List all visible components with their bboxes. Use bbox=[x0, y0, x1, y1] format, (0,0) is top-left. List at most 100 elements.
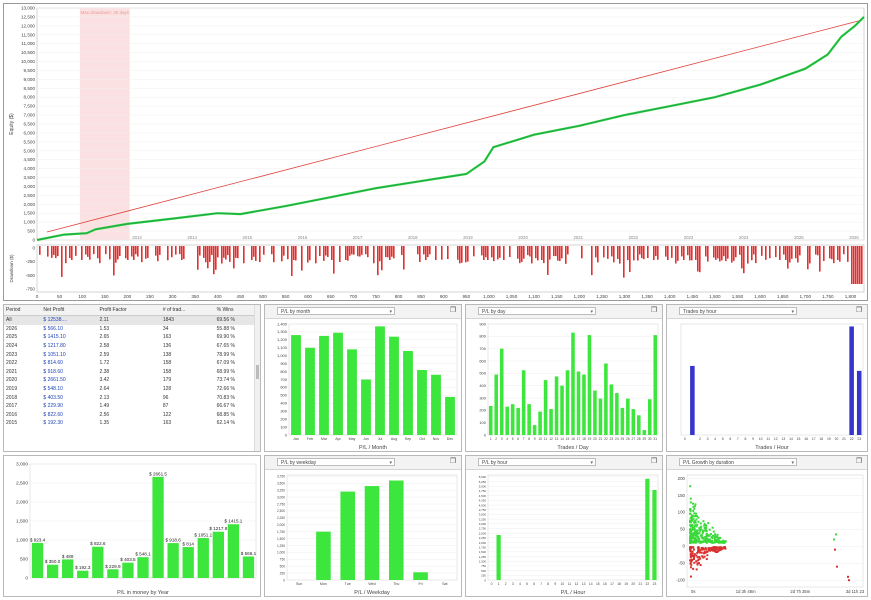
drawdown-bar bbox=[591, 246, 593, 276]
x-tick-label: 4 bbox=[714, 437, 716, 441]
maximize-icon[interactable]: ❐ bbox=[650, 307, 658, 315]
x-tick-label: 12 bbox=[774, 437, 778, 441]
panel-pl-by-month: P/L by month ▾ ❐ 0 100 200 300 400 500 600 700 80… bbox=[264, 304, 462, 452]
loss-point bbox=[711, 549, 714, 552]
x-tick-label: 19 bbox=[588, 437, 592, 441]
table-cell: 2.64 bbox=[99, 386, 110, 393]
x-tick-label: 1 bbox=[490, 437, 492, 441]
table-row[interactable]: All $ 12538.... 2.11 1843 69.56 % bbox=[4, 315, 260, 325]
x-axis-label: Trades / Day bbox=[557, 445, 589, 451]
x-tick-label: 1,050 bbox=[506, 294, 518, 299]
table-scrollbar[interactable] bbox=[254, 305, 260, 451]
y-tick-label: 0 bbox=[484, 578, 486, 582]
x-tick-label: 0 bbox=[36, 294, 39, 299]
chart-type-select[interactable]: P/L by weekday ▾ bbox=[277, 458, 395, 466]
x-tick-label: 2 bbox=[699, 437, 701, 441]
table-row[interactable]: 2016 $ 822.60 2.56 122 68.85 % bbox=[4, 411, 260, 420]
pl-duration-chart: 200 150 100 50 0 -50 -100 0s 1d 3h 48m 2d 7h 35m 3… bbox=[676, 474, 865, 594]
win-point bbox=[692, 509, 695, 512]
drawdown-bar bbox=[617, 246, 619, 260]
y-tick-label: 3,500 bbox=[24, 175, 36, 180]
bar bbox=[167, 543, 179, 578]
drawdown-bar bbox=[739, 246, 741, 255]
loss-point bbox=[710, 547, 713, 550]
drawdown-bar bbox=[75, 246, 77, 256]
bar bbox=[856, 370, 862, 435]
drawdown-bar bbox=[119, 246, 121, 256]
x-tick-label: 23 bbox=[653, 582, 657, 586]
x-tick-label: 850 bbox=[417, 294, 425, 299]
win-point bbox=[693, 533, 696, 536]
drawdown-bar bbox=[141, 246, 143, 263]
table-row[interactable]: 2018 $ 403.50 2.13 96 70.83 % bbox=[4, 393, 260, 402]
win-point bbox=[711, 534, 714, 537]
chart-type-select[interactable]: P/L by day ▾ bbox=[478, 307, 596, 315]
drawdown-bar bbox=[117, 246, 119, 260]
drawdown-bar bbox=[55, 246, 57, 259]
table-scroll-thumb[interactable] bbox=[256, 365, 259, 379]
x-tick-label: 1,000 bbox=[483, 294, 495, 299]
y-tick-label: 100 bbox=[280, 424, 287, 429]
drawdown-bar bbox=[543, 246, 545, 264]
table-row[interactable]: 2021 $ 918.60 2.38 158 68.99 % bbox=[4, 368, 260, 377]
drawdown-bar bbox=[85, 246, 87, 255]
year-label: 2019 bbox=[463, 235, 473, 240]
x-tick-label: 30 bbox=[648, 437, 652, 441]
table-row[interactable]: 2026 $ 566.10 1.53 34 55.88 % bbox=[4, 325, 260, 334]
column-header[interactable]: Period bbox=[4, 305, 42, 316]
drawdown-bar bbox=[765, 246, 767, 260]
drawdown-bar bbox=[721, 246, 723, 261]
loss-point bbox=[699, 564, 702, 567]
drawdown-bar bbox=[553, 246, 555, 257]
table-cell: 2.58 bbox=[99, 343, 110, 350]
loss-point bbox=[693, 561, 696, 564]
y-tick-label: 700 bbox=[479, 346, 486, 351]
table-row[interactable]: 2024 $ 1217.80 2.58 136 67.65 % bbox=[4, 342, 260, 351]
win-point bbox=[723, 541, 726, 544]
x-axis-label: P/L / Month bbox=[359, 445, 387, 451]
x-tick-label: 2d 7h 35m bbox=[790, 589, 810, 594]
x-tick-label: Apr bbox=[335, 437, 341, 441]
x-tick-label: 11 bbox=[568, 582, 572, 586]
table-row[interactable]: 2017 $ 229.90 1.49 87 66.67 % bbox=[4, 402, 260, 411]
x-tick-label: 15 bbox=[566, 437, 570, 441]
x-tick-label: Mon bbox=[320, 582, 327, 586]
column-header[interactable]: Profit Factor bbox=[97, 305, 161, 316]
maximize-icon[interactable]: ❐ bbox=[650, 458, 658, 466]
x-tick-label: 900 bbox=[440, 294, 448, 299]
table-cell: 2023 bbox=[6, 351, 18, 358]
chart-type-select[interactable]: P/L by month ▾ bbox=[277, 307, 395, 315]
table-row[interactable]: 2015 $ 192.30 1.35 163 62.14 % bbox=[4, 419, 260, 428]
win-point bbox=[689, 533, 692, 536]
maximize-icon[interactable]: ❐ bbox=[449, 458, 457, 466]
drawdown-bar bbox=[125, 246, 127, 259]
table-row[interactable]: 2019 $ 548.10 2.64 128 72.66 % bbox=[4, 385, 260, 394]
column-header[interactable]: Net Profit bbox=[41, 305, 98, 316]
chart-type-select[interactable]: P/L Growth by duration ▾ bbox=[679, 458, 797, 466]
win-point bbox=[700, 534, 703, 537]
maximize-icon[interactable]: ❐ bbox=[855, 307, 863, 315]
drawdown-bar bbox=[497, 246, 499, 260]
loss-point bbox=[689, 575, 692, 578]
maximize-icon[interactable]: ❐ bbox=[449, 307, 457, 315]
table-row[interactable]: 2023 $ 1051.10 2.59 138 78.99 % bbox=[4, 350, 260, 359]
win-point bbox=[699, 522, 702, 525]
chart-type-select[interactable]: Trades by hour ▾ bbox=[679, 307, 797, 315]
table-cell: 136 bbox=[162, 343, 172, 350]
bar bbox=[510, 404, 515, 435]
chart-type-select[interactable]: P/L by hour ▾ bbox=[478, 458, 596, 466]
loss-point bbox=[836, 565, 838, 568]
maximize-icon[interactable]: ❐ bbox=[855, 458, 863, 466]
table-row[interactable]: 2025 $ 1415.10 2.65 163 69.90 % bbox=[4, 333, 260, 342]
table-row[interactable]: 2020 $ 2661.50 3.42 179 73.74 % bbox=[4, 376, 260, 385]
bar bbox=[182, 547, 194, 578]
x-tick-label: 8 bbox=[528, 437, 530, 441]
column-header[interactable]: # of trad... bbox=[160, 305, 215, 316]
table-row[interactable]: 2022 $ 814.60 1.72 158 67.09 % bbox=[4, 359, 260, 368]
drawdown-bar bbox=[797, 246, 799, 263]
loss-point bbox=[700, 551, 703, 554]
data-label: $ 489 bbox=[62, 554, 74, 559]
x-tick-label: 8 bbox=[745, 437, 747, 441]
drawdown-bar bbox=[555, 246, 557, 257]
drawdown-bar bbox=[839, 246, 841, 262]
